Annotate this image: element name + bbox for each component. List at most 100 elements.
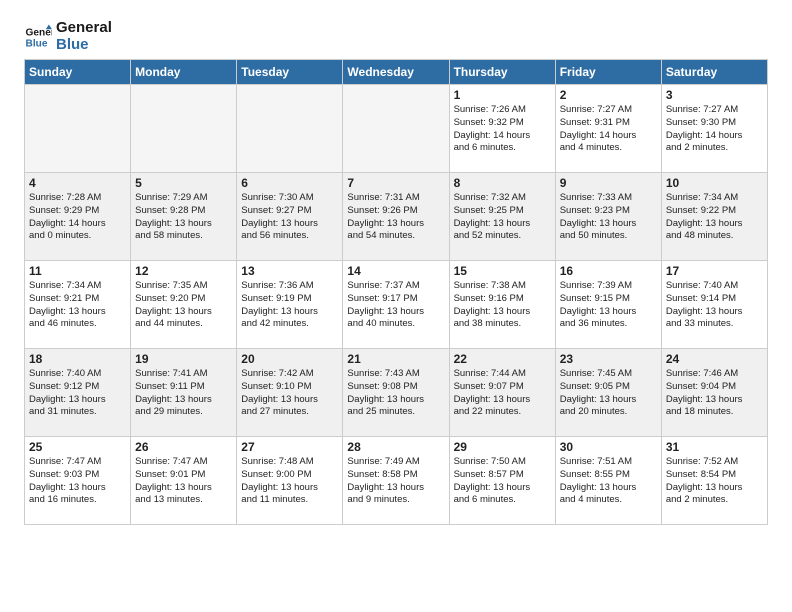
calendar-cell: 18 Sunrise: 7:40 AM Sunset: 9:12 PM Dayli… xyxy=(25,349,131,437)
calendar-cell: 31 Sunrise: 7:52 AM Sunset: 8:54 PM Dayli… xyxy=(661,437,767,525)
day-info: Sunrise: 7:44 AM Sunset: 9:07 PM Dayligh… xyxy=(454,368,551,419)
calendar-cell: 9 Sunrise: 7:33 AM Sunset: 9:23 PM Daylig… xyxy=(555,173,661,261)
logo-icon: General Blue xyxy=(24,23,52,51)
calendar-cell: 28 Sunrise: 7:49 AM Sunset: 8:58 PM Dayli… xyxy=(343,437,449,525)
day-info: Sunrise: 7:31 AM Sunset: 9:26 PM Dayligh… xyxy=(347,192,444,243)
day-info: Sunrise: 7:42 AM Sunset: 9:10 PM Dayligh… xyxy=(241,368,338,419)
header-day-wednesday: Wednesday xyxy=(343,60,449,85)
calendar-cell: 25Sunrise: 7:47 AM Sunset: 9:03 PM Dayli… xyxy=(25,437,131,525)
calendar-cell: 22 Sunrise: 7:44 AM Sunset: 9:07 PM Dayli… xyxy=(449,349,555,437)
day-number: 6 xyxy=(241,176,338,190)
calendar-cell: 6 Sunrise: 7:30 AM Sunset: 9:27 PM Daylig… xyxy=(237,173,343,261)
day-number: 20 xyxy=(241,352,338,366)
day-info: Sunrise: 7:45 AM Sunset: 9:05 PM Dayligh… xyxy=(560,368,657,419)
header-day-tuesday: Tuesday xyxy=(237,60,343,85)
calendar-cell xyxy=(25,85,131,173)
calendar-cell: 24 Sunrise: 7:46 AM Sunset: 9:04 PM Dayli… xyxy=(661,349,767,437)
day-number: 28 xyxy=(347,440,444,454)
calendar-cell: 13 Sunrise: 7:36 AM Sunset: 9:19 PM Dayli… xyxy=(237,261,343,349)
day-info: Sunrise: 7:47 AM Sunset: 9:03 PM Dayligh… xyxy=(29,456,126,507)
day-info: Sunrise: 7:32 AM Sunset: 9:25 PM Dayligh… xyxy=(454,192,551,243)
header: General Blue GeneralBlue xyxy=(24,20,768,53)
day-number: 3 xyxy=(666,88,763,102)
day-number: 12 xyxy=(135,264,232,278)
svg-text:Blue: Blue xyxy=(26,38,48,49)
calendar-cell: 4 Sunrise: 7:28 AM Sunset: 9:29 PM Daylig… xyxy=(25,173,131,261)
day-number: 23 xyxy=(560,352,657,366)
calendar-cell: 5 Sunrise: 7:29 AM Sunset: 9:28 PM Daylig… xyxy=(131,173,237,261)
day-info: Sunrise: 7:41 AM Sunset: 9:11 PM Dayligh… xyxy=(135,368,232,419)
day-number: 22 xyxy=(454,352,551,366)
day-number: 30 xyxy=(560,440,657,454)
day-number: 7 xyxy=(347,176,444,190)
day-number: 26 xyxy=(135,440,232,454)
header-day-saturday: Saturday xyxy=(661,60,767,85)
day-info: Sunrise: 7:39 AM Sunset: 9:15 PM Dayligh… xyxy=(560,280,657,331)
calendar-cell: 7 Sunrise: 7:31 AM Sunset: 9:26 PM Daylig… xyxy=(343,173,449,261)
day-number: 16 xyxy=(560,264,657,278)
day-info: Sunrise: 7:51 AM Sunset: 8:55 PM Dayligh… xyxy=(560,456,657,507)
calendar-cell: 21 Sunrise: 7:43 AM Sunset: 9:08 PM Dayli… xyxy=(343,349,449,437)
calendar-cell: 12 Sunrise: 7:35 AM Sunset: 9:20 PM Dayli… xyxy=(131,261,237,349)
week-row-3: 11Sunrise: 7:34 AM Sunset: 9:21 PM Dayli… xyxy=(25,261,768,349)
header-row: SundayMondayTuesdayWednesdayThursdayFrid… xyxy=(25,60,768,85)
header-day-friday: Friday xyxy=(555,60,661,85)
calendar-cell: 10 Sunrise: 7:34 AM Sunset: 9:22 PM Dayli… xyxy=(661,173,767,261)
week-row-5: 25Sunrise: 7:47 AM Sunset: 9:03 PM Dayli… xyxy=(25,437,768,525)
day-number: 13 xyxy=(241,264,338,278)
calendar-cell: 14Sunrise: 7:37 AM Sunset: 9:17 PM Dayli… xyxy=(343,261,449,349)
calendar-cell: 15 Sunrise: 7:38 AM Sunset: 9:16 PM Dayli… xyxy=(449,261,555,349)
week-row-1: 1Sunrise: 7:26 AM Sunset: 9:32 PM Daylig… xyxy=(25,85,768,173)
day-number: 24 xyxy=(666,352,763,366)
day-number: 21 xyxy=(347,352,444,366)
day-info: Sunrise: 7:35 AM Sunset: 9:20 PM Dayligh… xyxy=(135,280,232,331)
day-info: Sunrise: 7:28 AM Sunset: 9:29 PM Dayligh… xyxy=(29,192,126,243)
day-info: Sunrise: 7:34 AM Sunset: 9:21 PM Dayligh… xyxy=(29,280,126,331)
calendar-cell: 11Sunrise: 7:34 AM Sunset: 9:21 PM Dayli… xyxy=(25,261,131,349)
calendar-cell: 26 Sunrise: 7:47 AM Sunset: 9:01 PM Dayli… xyxy=(131,437,237,525)
day-number: 27 xyxy=(241,440,338,454)
calendar-cell: 1Sunrise: 7:26 AM Sunset: 9:32 PM Daylig… xyxy=(449,85,555,173)
day-number: 17 xyxy=(666,264,763,278)
week-row-4: 18 Sunrise: 7:40 AM Sunset: 9:12 PM Dayli… xyxy=(25,349,768,437)
day-info: Sunrise: 7:38 AM Sunset: 9:16 PM Dayligh… xyxy=(454,280,551,331)
calendar-table: SundayMondayTuesdayWednesdayThursdayFrid… xyxy=(24,59,768,525)
day-info: Sunrise: 7:49 AM Sunset: 8:58 PM Dayligh… xyxy=(347,456,444,507)
day-info: Sunrise: 7:52 AM Sunset: 8:54 PM Dayligh… xyxy=(666,456,763,507)
day-info: Sunrise: 7:27 AM Sunset: 9:30 PM Dayligh… xyxy=(666,104,763,155)
day-number: 5 xyxy=(135,176,232,190)
calendar-cell: 20 Sunrise: 7:42 AM Sunset: 9:10 PM Dayli… xyxy=(237,349,343,437)
calendar-cell: 3 Sunrise: 7:27 AM Sunset: 9:30 PM Daylig… xyxy=(661,85,767,173)
day-info: Sunrise: 7:46 AM Sunset: 9:04 PM Dayligh… xyxy=(666,368,763,419)
day-number: 18 xyxy=(29,352,126,366)
day-number: 8 xyxy=(454,176,551,190)
day-number: 10 xyxy=(666,176,763,190)
day-info: Sunrise: 7:47 AM Sunset: 9:01 PM Dayligh… xyxy=(135,456,232,507)
day-number: 4 xyxy=(29,176,126,190)
day-info: Sunrise: 7:34 AM Sunset: 9:22 PM Dayligh… xyxy=(666,192,763,243)
day-info: Sunrise: 7:40 AM Sunset: 9:14 PM Dayligh… xyxy=(666,280,763,331)
calendar-cell: 17 Sunrise: 7:40 AM Sunset: 9:14 PM Dayli… xyxy=(661,261,767,349)
day-number: 15 xyxy=(454,264,551,278)
day-number: 1 xyxy=(454,88,551,102)
calendar-cell xyxy=(237,85,343,173)
header-day-thursday: Thursday xyxy=(449,60,555,85)
day-info: Sunrise: 7:30 AM Sunset: 9:27 PM Dayligh… xyxy=(241,192,338,243)
header-day-monday: Monday xyxy=(131,60,237,85)
day-info: Sunrise: 7:48 AM Sunset: 9:00 PM Dayligh… xyxy=(241,456,338,507)
day-number: 31 xyxy=(666,440,763,454)
calendar-cell: 30 Sunrise: 7:51 AM Sunset: 8:55 PM Dayli… xyxy=(555,437,661,525)
logo-text: GeneralBlue xyxy=(56,20,112,53)
day-number: 9 xyxy=(560,176,657,190)
day-info: Sunrise: 7:40 AM Sunset: 9:12 PM Dayligh… xyxy=(29,368,126,419)
day-info: Sunrise: 7:43 AM Sunset: 9:08 PM Dayligh… xyxy=(347,368,444,419)
calendar-cell xyxy=(343,85,449,173)
day-number: 2 xyxy=(560,88,657,102)
day-number: 14 xyxy=(347,264,444,278)
calendar-cell: 29Sunrise: 7:50 AM Sunset: 8:57 PM Dayli… xyxy=(449,437,555,525)
day-info: Sunrise: 7:29 AM Sunset: 9:28 PM Dayligh… xyxy=(135,192,232,243)
day-info: Sunrise: 7:36 AM Sunset: 9:19 PM Dayligh… xyxy=(241,280,338,331)
day-info: Sunrise: 7:33 AM Sunset: 9:23 PM Dayligh… xyxy=(560,192,657,243)
calendar-cell: 23 Sunrise: 7:45 AM Sunset: 9:05 PM Dayli… xyxy=(555,349,661,437)
calendar-cell: 19Sunrise: 7:41 AM Sunset: 9:11 PM Dayli… xyxy=(131,349,237,437)
